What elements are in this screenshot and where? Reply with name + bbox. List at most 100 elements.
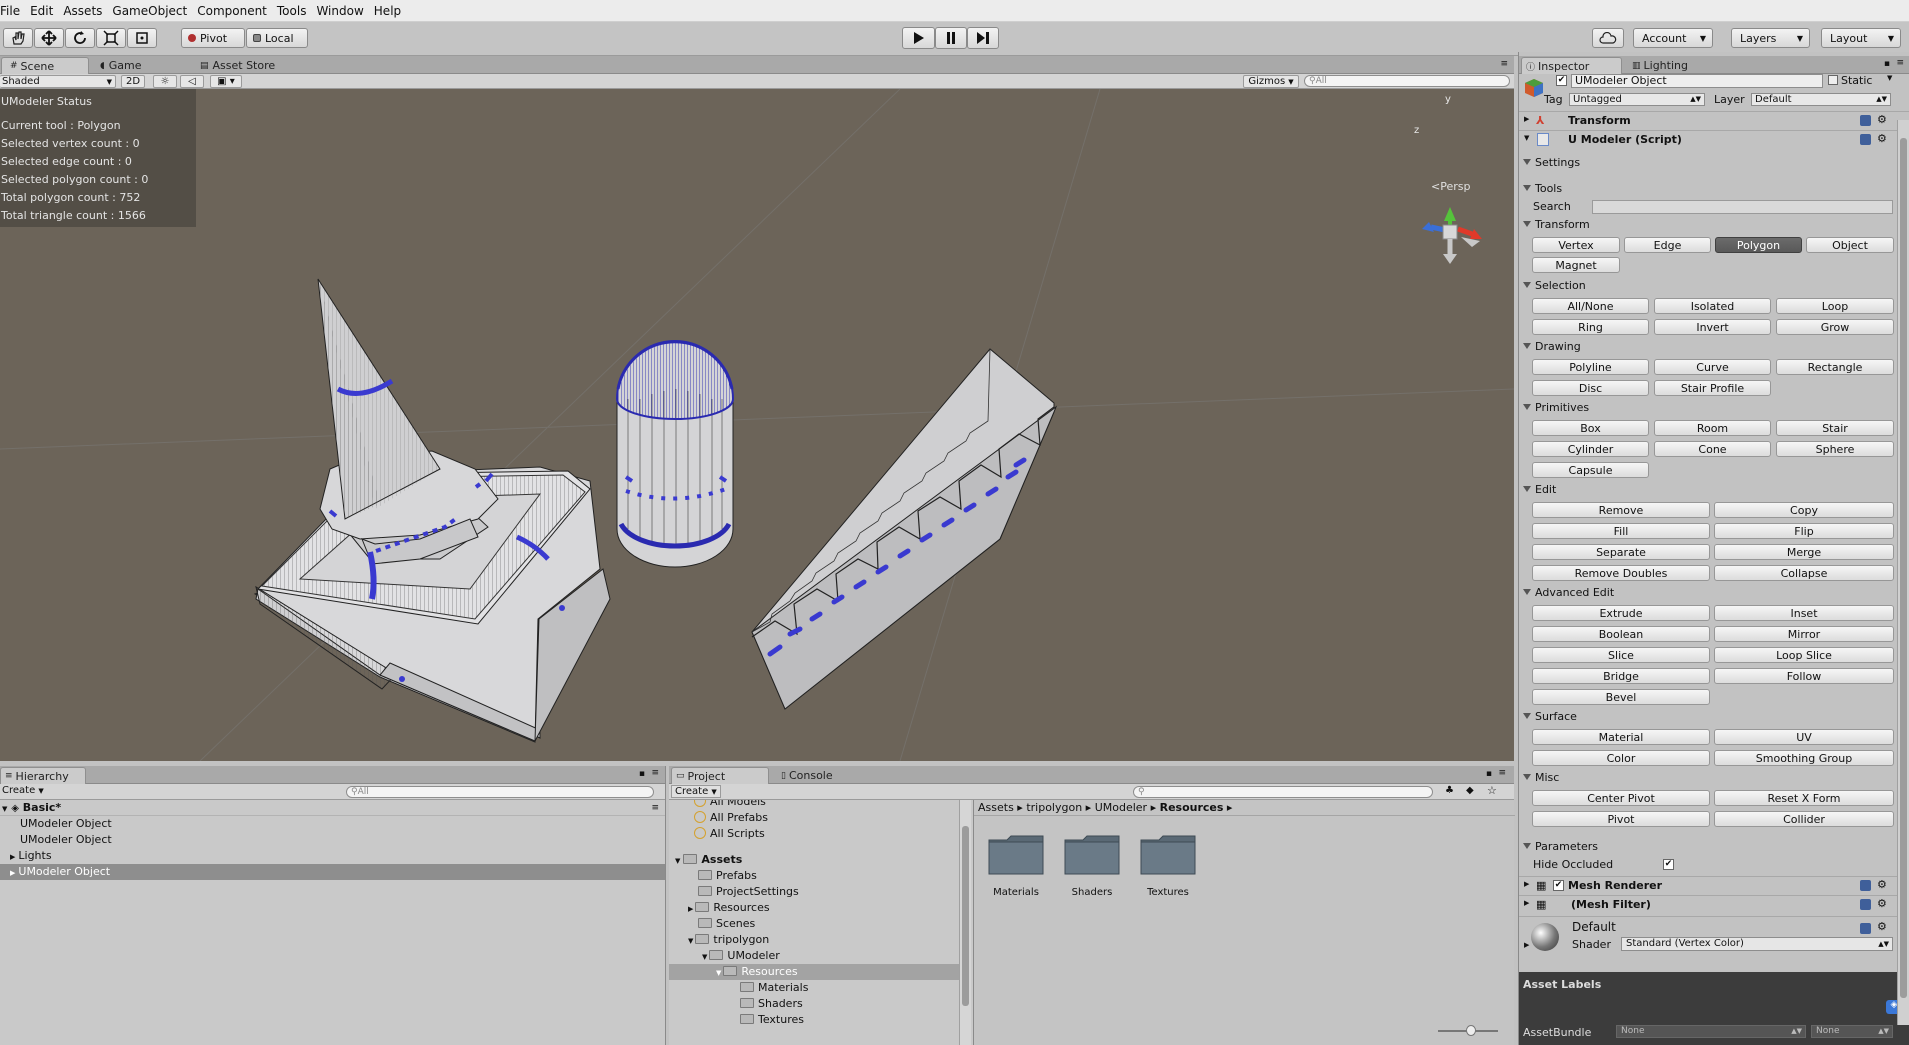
advanced-edit-section-title[interactable]: Advanced Edit (1523, 586, 1614, 599)
tab-hierarchy[interactable]: ≡ Hierarchy (0, 767, 86, 784)
project-create-dropdown[interactable]: Create ▼ (671, 785, 721, 798)
misc-section-title[interactable]: Misc (1523, 771, 1559, 784)
hide-occluded-checkbox[interactable]: ✔ (1663, 859, 1674, 870)
loop-slice-button[interactable]: Loop Slice (1714, 647, 1894, 663)
asset-bundle-dropdown[interactable]: None ▲▼ (1616, 1025, 1806, 1038)
layers-dropdown[interactable]: Layers ▼ (1731, 28, 1810, 48)
panel-menu-icon[interactable]: ≡ (1500, 59, 1508, 69)
menu-help[interactable]: Help (369, 4, 406, 18)
transform-section-title[interactable]: Transform (1523, 218, 1590, 231)
rect-tool-button[interactable] (127, 28, 157, 48)
separate-button[interactable]: Separate (1532, 544, 1710, 560)
favorite-all-scripts[interactable]: All Scripts (669, 826, 971, 842)
cloud-button[interactable] (1592, 28, 1624, 48)
tab-asset-store[interactable]: ▤ Asset Store (192, 57, 285, 74)
merge-button[interactable]: Merge (1714, 544, 1894, 560)
bevel-button[interactable]: Bevel (1532, 689, 1710, 705)
tree-tripolygon[interactable]: ▼ tripolygon (669, 932, 971, 948)
tree-scrollbar[interactable] (959, 800, 971, 1045)
magnet-button[interactable]: Magnet (1532, 257, 1620, 273)
cone-button[interactable]: Cone (1654, 441, 1771, 457)
fill-button[interactable]: Fill (1532, 523, 1710, 539)
all-none-button[interactable]: All/None (1532, 298, 1649, 314)
grow-button[interactable]: Grow (1776, 319, 1894, 335)
effects-dropdown[interactable]: ▣ ▾ (210, 75, 242, 88)
menu-gameobject[interactable]: GameObject (107, 4, 192, 18)
tree-textures[interactable]: Textures (669, 1012, 971, 1028)
menu-assets[interactable]: Assets (58, 4, 107, 18)
favorite-star-icon[interactable]: ☆ (1487, 784, 1497, 797)
breadcrumb-item[interactable]: UModeler (1095, 801, 1147, 814)
help-book-icon[interactable] (1860, 880, 1871, 891)
object-name-field[interactable]: UModeler Object (1571, 74, 1823, 88)
gear-icon[interactable]: ⚙ (1877, 113, 1887, 126)
account-dropdown[interactable]: Account ▼ (1633, 28, 1713, 48)
breadcrumb-current[interactable]: Resources (1160, 801, 1224, 814)
gear-icon[interactable]: ⚙ (1877, 897, 1887, 910)
icon-size-slider[interactable] (1438, 1025, 1498, 1036)
remove-doubles-button[interactable]: Remove Doubles (1532, 565, 1710, 581)
sphere-button[interactable]: Sphere (1776, 441, 1894, 457)
help-book-icon[interactable] (1860, 115, 1871, 126)
local-toggle[interactable]: Local (246, 28, 308, 48)
gear-icon[interactable]: ⚙ (1877, 878, 1887, 891)
mesh-filter-header[interactable]: ▶ ▦ (Mesh Filter) ⚙ (1519, 895, 1909, 914)
hierarchy-create-dropdown[interactable]: Create ▼ (2, 785, 44, 796)
filter-type-icon[interactable]: ♣ (1445, 785, 1454, 796)
tree-projectsettings[interactable]: ProjectSettings (669, 884, 971, 900)
mirror-button[interactable]: Mirror (1714, 626, 1894, 642)
ring-button[interactable]: Ring (1532, 319, 1649, 335)
boolean-button[interactable]: Boolean (1532, 626, 1710, 642)
mesh-renderer-checkbox[interactable]: ✔ (1553, 880, 1564, 891)
folder-tile-materials[interactable]: Materials (986, 832, 1046, 898)
invert-button[interactable]: Invert (1654, 319, 1771, 335)
drawing-section-title[interactable]: Drawing (1523, 340, 1581, 353)
umodeler-script-header[interactable]: ▼ U Modeler (Script) ⚙ (1519, 130, 1909, 149)
filter-label-icon[interactable]: ◆ (1466, 785, 1474, 796)
object-button[interactable]: Object (1806, 237, 1894, 253)
polygon-button[interactable]: Polygon (1715, 237, 1802, 253)
layer-dropdown[interactable]: Default ▲▼ (1751, 93, 1891, 106)
follow-button[interactable]: Follow (1714, 668, 1894, 684)
tab-console[interactable]: ▯ Console (773, 767, 843, 784)
parameters-section-title[interactable]: Parameters (1523, 840, 1598, 853)
scene-search-input[interactable]: ⚲All (1304, 75, 1510, 87)
shader-dropdown[interactable]: Standard (Vertex Color) ▲▼ (1621, 937, 1893, 951)
collider-button[interactable]: Collider (1714, 811, 1894, 827)
pivot-button[interactable]: Pivot (1532, 811, 1710, 827)
gizmos-dropdown[interactable]: Gizmos ▼ (1243, 75, 1299, 88)
copy-button[interactable]: Copy (1714, 502, 1894, 518)
shading-mode-dropdown[interactable]: Shaded ▼ (0, 75, 116, 88)
rotate-tool-button[interactable] (65, 28, 95, 48)
bridge-button[interactable]: Bridge (1532, 668, 1710, 684)
step-button[interactable] (967, 27, 999, 49)
lighting-toggle[interactable]: ☼ (153, 75, 177, 88)
lock-icon[interactable]: ▪ (639, 769, 645, 779)
scene-root-row[interactable]: ▼ ◈ Basic* ≡ (0, 800, 665, 816)
favorite-all-models[interactable]: All Models (669, 800, 971, 810)
edit-section-title[interactable]: Edit (1523, 483, 1556, 496)
curve-button[interactable]: Curve (1654, 359, 1771, 375)
lock-icon[interactable]: ▪ (1486, 769, 1492, 779)
scene-menu-icon[interactable]: ≡ (651, 800, 659, 816)
menu-window[interactable]: Window (311, 4, 368, 18)
pivot-toggle[interactable]: Pivot (181, 28, 245, 48)
collapse-button[interactable]: Collapse (1714, 565, 1894, 581)
tree-materials[interactable]: Materials (669, 980, 971, 996)
settings-foldout[interactable]: Settings (1523, 156, 1580, 169)
uv-button[interactable]: UV (1714, 729, 1894, 745)
box-button[interactable]: Box (1532, 420, 1649, 436)
remove-button[interactable]: Remove (1532, 502, 1710, 518)
inset-button[interactable]: Inset (1714, 605, 1894, 621)
tree-resources-selected[interactable]: ▼ Resources (669, 964, 971, 980)
material-button[interactable]: Material (1532, 729, 1710, 745)
tools-search-input[interactable] (1592, 200, 1893, 214)
layout-dropdown[interactable]: Layout ▼ (1821, 28, 1901, 48)
transform-component-header[interactable]: ▶ ⅄ Transform ⚙ (1519, 111, 1909, 130)
asset-bundle-variant-dropdown[interactable]: None ▲▼ (1811, 1025, 1893, 1038)
hierarchy-item-lights[interactable]: ▶ Lights (0, 848, 665, 864)
room-button[interactable]: Room (1654, 420, 1771, 436)
mesh-renderer-header[interactable]: ▶ ▦ ✔ Mesh Renderer ⚙ (1519, 876, 1909, 895)
center-pivot-button[interactable]: Center Pivot (1532, 790, 1710, 806)
menu-file[interactable]: File (0, 4, 25, 18)
